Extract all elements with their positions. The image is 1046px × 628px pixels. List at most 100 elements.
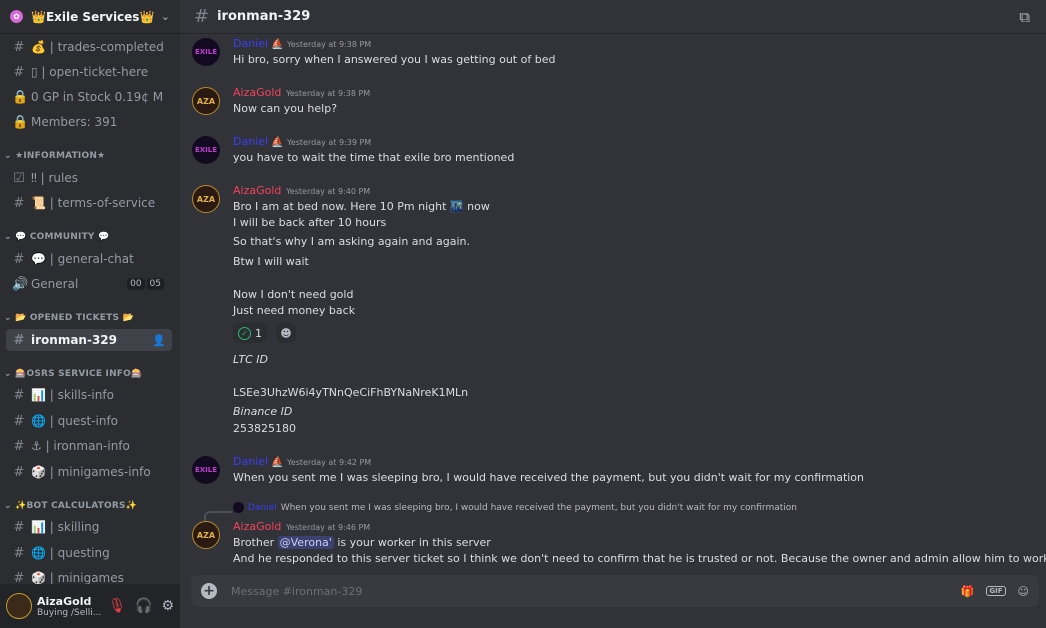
channel-trades-completed[interactable]: # 💰 | trades-completed xyxy=(6,36,172,58)
category-community[interactable]: ⌄ 💬 COMMUNITY 💬 xyxy=(4,232,109,242)
hash-icon: # xyxy=(13,195,25,211)
channel-label: 💬 | general-chat xyxy=(31,252,134,266)
message-text: So that's why I am asking again and agai… xyxy=(233,235,470,248)
hash-icon: # xyxy=(13,438,25,454)
checklist-icon: ☑ xyxy=(13,170,25,186)
microphone-muted-icon[interactable]: 🎙 xyxy=(108,598,126,614)
avatar[interactable]: AZA xyxy=(192,521,220,549)
gear-icon[interactable]: ⚙ xyxy=(161,598,174,614)
user-mention[interactable]: @Verona' xyxy=(277,536,334,549)
category-information[interactable]: ⌄ ★INFORMATION★ xyxy=(4,151,105,161)
message-author[interactable]: AizaGold xyxy=(233,184,281,197)
message-text: 253825180 xyxy=(233,422,296,435)
channel-terms-of-service[interactable]: # 📜 | terms-of-service xyxy=(6,192,172,214)
channel-label: 💰 | trades-completed xyxy=(31,40,164,54)
avatar[interactable]: EXILE xyxy=(192,456,220,484)
user-status: Buying /Selli... xyxy=(37,607,102,618)
message-timestamp: Yesterday at 9:46 PM xyxy=(286,523,371,532)
chevron-down-icon: ⌄ xyxy=(160,10,170,23)
avatar[interactable] xyxy=(6,593,32,619)
avatar[interactable]: AZA xyxy=(192,87,220,115)
threads-icon[interactable]: ⧉ xyxy=(1019,8,1030,26)
channel-label: 🎲 | minigames-info xyxy=(31,465,151,479)
add-reaction-button[interactable]: ☻ xyxy=(276,323,296,343)
message-text: you have to wait the time that exile bro… xyxy=(233,151,515,164)
message-timestamp: Yesterday at 9:42 PM xyxy=(287,458,372,467)
server-name: 👑Exile Services👑 xyxy=(31,9,155,24)
server-header[interactable]: ✿ 👑Exile Services👑 ⌄ xyxy=(0,0,180,34)
message-text: Now can you help? xyxy=(233,102,338,115)
channel-label: 📜 | terms-of-service xyxy=(31,196,156,210)
reaction-count: 1 xyxy=(255,326,262,340)
channel-ironman-info[interactable]: # ⚓ | ironman-info xyxy=(6,435,172,457)
hash-icon: # xyxy=(13,64,25,80)
avatar[interactable]: AZA xyxy=(192,185,220,213)
plus-icon[interactable]: + xyxy=(201,583,217,599)
message-text: Hi bro, sorry when I answered you I was … xyxy=(233,53,556,66)
channel-quest-info[interactable]: # 🌐 | quest-info xyxy=(6,410,172,432)
channel-sidebar: ✿ 👑Exile Services👑 ⌄ # 💰 | trades-comple… xyxy=(0,0,180,628)
message-text: LSEe3UhzW6i4yTNnQeCiFhBYNaNreK1MLn xyxy=(233,386,469,399)
hash-icon: # xyxy=(13,39,25,55)
avatar[interactable]: EXILE xyxy=(192,38,220,66)
reply-connector xyxy=(204,511,232,521)
avatar[interactable]: EXILE xyxy=(192,136,220,164)
channel-ironman-329[interactable]: # ironman-329 👤 xyxy=(6,329,172,351)
category-opened-tickets[interactable]: ⌄ 📂 OPENED TICKETS 📂 xyxy=(4,313,134,323)
gift-icon[interactable]: 🎁 xyxy=(961,585,975,598)
headphones-icon[interactable]: 🎧 xyxy=(135,598,152,614)
hash-icon: # xyxy=(13,570,25,585)
checkmark-icon: ✓ xyxy=(238,326,251,340)
message-timestamp: Yesterday at 9:38 PM xyxy=(287,40,372,49)
reply-preview[interactable]: Daniel When you sent me I was sleeping b… xyxy=(233,502,797,513)
hash-icon: # xyxy=(13,464,25,480)
channel-label: 0 GP in Stock 0.19¢ M xyxy=(31,90,164,104)
hash-icon: # xyxy=(13,413,25,429)
hash-icon: # xyxy=(13,387,25,403)
channel-skilling[interactable]: # 📊 | skilling xyxy=(6,516,172,538)
message-list: EXILE Daniel ⛵ Yesterday at 9:38 PM Hi br… xyxy=(180,34,1046,574)
message-author[interactable]: Daniel ⛵ xyxy=(233,37,284,50)
channel-label: ⚓ | ironman-info xyxy=(31,439,130,453)
reaction-checkmark[interactable]: ✓ 1 xyxy=(233,323,267,343)
hash-icon: # xyxy=(13,332,25,348)
hash-icon: # xyxy=(13,545,25,561)
message-composer: + 🎁 GIF ☺ xyxy=(191,575,1039,607)
message-author[interactable]: AizaGold xyxy=(233,86,281,99)
hash-icon: # xyxy=(13,251,25,267)
voice-channel-general[interactable]: 🔊 General 00 05 xyxy=(6,273,172,295)
invite-member-icon[interactable]: 👤 xyxy=(152,334,166,347)
channel-label: ‼ | rules xyxy=(31,171,79,185)
server-icon: ✿ xyxy=(10,10,23,23)
channel-minigames[interactable]: # 🎲 | minigames xyxy=(6,567,172,585)
channel-skills-info[interactable]: # 📊 | skills-info xyxy=(6,384,172,406)
message-author[interactable]: AizaGold xyxy=(233,520,281,533)
hash-icon: # xyxy=(194,6,210,27)
channel-minigames-info[interactable]: # 🎲 | minigames-info xyxy=(6,461,172,483)
message-text: Bro I am at bed now. Here 10 Pm night 🌃 … xyxy=(233,200,490,213)
message-text: Now I don't need gold xyxy=(233,288,354,301)
channel-questing[interactable]: # 🌐 | questing xyxy=(6,542,172,564)
message-author[interactable]: Daniel ⛵ xyxy=(233,455,284,468)
channel-members[interactable]: 🔒 Members: 391 xyxy=(6,111,172,133)
channel-general-chat[interactable]: # 💬 | general-chat xyxy=(6,248,172,270)
channel-label: ▯ | open-ticket-here xyxy=(31,65,149,79)
channel-gp-stock[interactable]: 🔒 0 GP in Stock 0.19¢ M xyxy=(6,86,172,108)
sticker-icon[interactable]: ☺ xyxy=(1018,585,1029,598)
channel-rules[interactable]: ☑ ‼ | rules xyxy=(6,167,172,189)
category-osrs-service-info[interactable]: ⌄ 🎰OSRS SERVICE INFO🎰 xyxy=(4,369,142,379)
message-input[interactable] xyxy=(229,583,961,599)
message-author[interactable]: Daniel ⛵ xyxy=(233,135,284,148)
channel-label: 🎲 | minigames xyxy=(31,571,124,584)
gif-icon[interactable]: GIF xyxy=(986,586,1006,596)
smiley-icon: ☻ xyxy=(280,326,292,340)
hash-icon: # xyxy=(13,519,25,535)
channel-list: # 💰 | trades-completed # ▯ | open-ticket… xyxy=(0,34,180,584)
category-bot-calculators[interactable]: ⌄ ✨BOT CALCULATORS✨ xyxy=(4,501,137,511)
avatar xyxy=(233,502,244,513)
channel-open-ticket-here[interactable]: # ▯ | open-ticket-here xyxy=(6,61,172,83)
user-info[interactable]: AizaGold Buying /Selli... xyxy=(37,595,101,618)
channel-header: # ironman-329 ⧉ xyxy=(180,0,1046,34)
message-text: Just need money back xyxy=(233,304,356,317)
channel-label: 📊 | skilling xyxy=(31,520,100,534)
